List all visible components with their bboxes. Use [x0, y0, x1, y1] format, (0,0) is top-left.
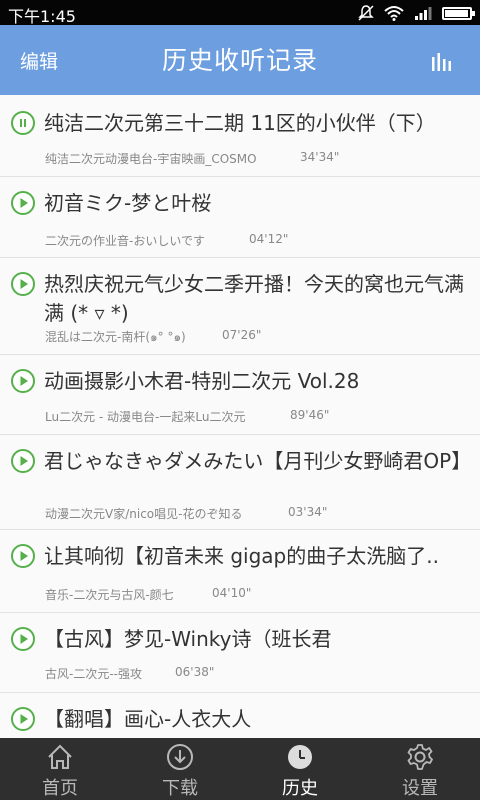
track-title: 君じゃなきゃダメみたい【月刊少女野崎君OP】 — [44, 449, 472, 473]
play-icon[interactable] — [11, 544, 35, 568]
history-item[interactable]: 【翻唱】画心-人衣大人 — [0, 693, 480, 738]
page-title: 历史收听记录 — [161, 46, 318, 75]
play-icon[interactable] — [11, 449, 35, 473]
gear-icon — [407, 744, 433, 770]
app-header: 编辑 历史收听记录 — [0, 25, 480, 95]
history-list[interactable]: 纯洁二次元第三十二期 11区的小伙伴（下） 纯洁二次元动漫电台-宇宙映画_COS… — [0, 95, 480, 738]
track-source: 动漫二次元V家/nico唱见-花のぞ知る — [45, 507, 243, 521]
tab-label: 首页 — [42, 778, 78, 799]
history-item[interactable]: 热烈庆祝元气少女二季开播！今天的窝也元气满满 (* ▿ *) 混乱は二次元-南杆… — [0, 258, 480, 355]
status-time: 下午1:45 — [8, 7, 76, 26]
bell-muted-icon — [358, 5, 374, 21]
tab-label: 下载 — [162, 778, 198, 799]
track-source: 二次元の作业音-おいしいです — [45, 234, 205, 248]
track-source: 古风-二次元--强攻 — [45, 667, 142, 681]
track-title: 动画摄影小木君-特别二次元 Vol.28 — [44, 369, 360, 393]
track-title: 【古风】梦见-Winky诗（班长君 — [44, 627, 332, 651]
pause-icon[interactable] — [11, 111, 35, 135]
track-source: 纯洁二次元动漫电台-宇宙映画_COSMO — [45, 152, 257, 166]
status-icons — [358, 4, 475, 22]
history-item[interactable]: 动画摄影小木君-特别二次元 Vol.28 Lu二次元 - 动漫电台-一起来Lu二… — [0, 355, 480, 435]
tab-settings[interactable]: 设置 — [360, 738, 480, 800]
battery-icon — [442, 6, 475, 20]
track-title: 让其响彻【初音未来 gigap的曲子太洗脑了.. — [44, 544, 439, 568]
play-icon[interactable] — [11, 191, 35, 215]
track-duration: 07'26" — [222, 328, 262, 342]
track-source: Lu二次元 - 动漫电台-一起来Lu二次元 — [45, 410, 246, 424]
play-icon[interactable] — [11, 369, 35, 393]
tab-label: 历史 — [282, 778, 318, 799]
history-item[interactable]: 君じゃなきゃダメみたい【月刊少女野崎君OP】 动漫二次元V家/nico唱见-花の… — [0, 435, 480, 530]
track-duration: 03'34" — [288, 505, 328, 519]
bottom-tab-bar: 首页 下载 历史 设置 — [0, 738, 480, 800]
tab-download[interactable]: 下载 — [120, 738, 240, 800]
history-item[interactable]: 【古风】梦见-Winky诗（班长君 古风-二次元--强攻 06'38" — [0, 613, 480, 693]
track-title: 【翻唱】画心-人衣大人 — [44, 707, 252, 731]
track-duration: 04'12" — [249, 232, 289, 246]
play-icon[interactable] — [11, 707, 35, 731]
track-source: 混乱は二次元-南杆(๑° °๑) — [45, 330, 186, 344]
track-duration: 34'34" — [300, 150, 340, 164]
clock-icon — [288, 745, 312, 769]
status-bar: 下午1:45 — [0, 0, 480, 26]
history-item[interactable]: 让其响彻【初音未来 gigap的曲子太洗脑了.. 音乐-二次元与古风-颜七 04… — [0, 530, 480, 613]
tab-home[interactable]: 首页 — [0, 738, 120, 800]
download-icon — [167, 744, 193, 770]
tab-history[interactable]: 历史 — [240, 738, 360, 800]
history-item[interactable]: 纯洁二次元第三十二期 11区的小伙伴（下） 纯洁二次元动漫电台-宇宙映画_COS… — [0, 95, 480, 177]
equalizer-icon[interactable] — [430, 51, 454, 71]
track-title: 纯洁二次元第三十二期 11区的小伙伴（下） — [44, 111, 436, 135]
track-duration: 89'46" — [290, 408, 330, 422]
history-item[interactable]: 初音ミク-梦と叶桜 二次元の作业音-おいしいです 04'12" — [0, 177, 480, 258]
home-icon — [48, 744, 72, 769]
signal-icon — [415, 7, 432, 20]
play-icon[interactable] — [11, 627, 35, 651]
tab-label: 设置 — [402, 778, 438, 799]
track-title: 初音ミク-梦と叶桜 — [44, 191, 212, 215]
track-title: 热烈庆祝元气少女二季开播！今天的窝也元气满满 (* ▿ *) — [44, 272, 464, 325]
wifi-icon — [384, 6, 404, 21]
track-duration: 06'38" — [175, 665, 215, 679]
track-duration: 04'10" — [212, 586, 252, 600]
track-source: 音乐-二次元与古风-颜七 — [45, 588, 174, 602]
play-icon[interactable] — [11, 272, 35, 296]
